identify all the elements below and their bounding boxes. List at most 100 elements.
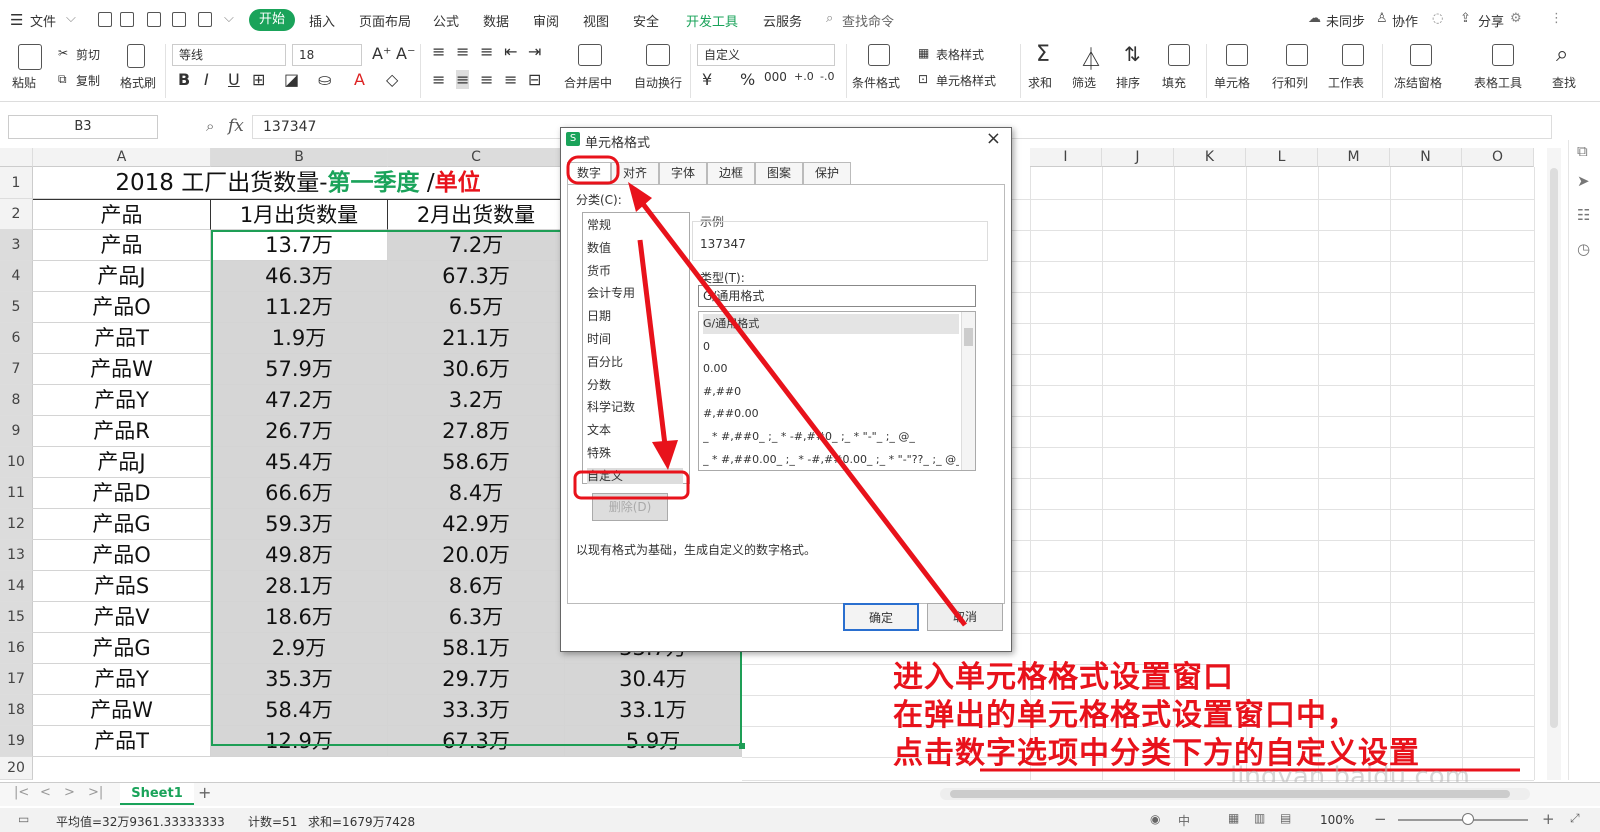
collab-icon[interactable]: ♙: [1376, 11, 1388, 26]
category-item[interactable]: 自定义: [587, 467, 683, 484]
row-header[interactable]: 16: [0, 633, 33, 664]
row-header[interactable]: 12: [0, 509, 33, 540]
value-cell[interactable]: 47.2万: [211, 385, 388, 416]
align-bottom-icon[interactable]: ≡: [480, 42, 493, 61]
tab-protection[interactable]: 保护: [803, 162, 851, 184]
col-header-l[interactable]: L: [1246, 148, 1318, 167]
more-options-icon[interactable]: ⋮: [1550, 11, 1563, 26]
sheet-title[interactable]: 2018 工厂出货数量-第一季度 /单位: [33, 167, 563, 199]
font-grow-icon[interactable]: A⁺: [372, 44, 391, 63]
page-break-icon[interactable]: ▤: [1280, 811, 1291, 825]
ok-button[interactable]: 确定: [843, 603, 919, 631]
row-header[interactable]: 18: [0, 695, 33, 726]
product-cell[interactable]: 产品J: [33, 447, 211, 478]
value-cell[interactable]: 6.5万: [388, 292, 565, 323]
product-cell[interactable]: 产品: [33, 230, 211, 261]
tab-alignment[interactable]: 对齐: [611, 162, 659, 184]
format-painter-button[interactable]: 格式刷: [120, 74, 156, 91]
product-cell[interactable]: 产品T: [33, 323, 211, 354]
type-list-item[interactable]: G/通用格式: [703, 314, 959, 334]
row-header[interactable]: 13: [0, 540, 33, 571]
table-style-icon[interactable]: ▦: [918, 46, 929, 60]
product-cell[interactable]: 产品T: [33, 726, 211, 757]
indent-increase-icon[interactable]: ⇥: [528, 42, 541, 61]
product-cell[interactable]: 产品G: [33, 633, 211, 664]
collab-button[interactable]: 协作: [1392, 11, 1418, 30]
input-method-icon[interactable]: 中: [1178, 812, 1190, 829]
row-header[interactable]: 9: [0, 416, 33, 447]
print-icon[interactable]: [198, 12, 212, 27]
last-sheet-icon[interactable]: >|: [88, 785, 103, 800]
align-middle-icon[interactable]: ≡: [456, 42, 469, 61]
zoom-in-icon[interactable]: +: [1542, 810, 1555, 828]
scroll-thumb[interactable]: [1550, 168, 1558, 728]
macro-icon[interactable]: ▭: [18, 812, 29, 826]
value-cell[interactable]: 33.1万: [565, 695, 742, 726]
cut-button[interactable]: 剪切: [76, 46, 100, 63]
conditional-format-button[interactable]: 条件格式: [852, 74, 900, 91]
tab-data[interactable]: 数据: [483, 11, 509, 30]
number-format-select[interactable]: 自定义: [697, 44, 835, 66]
value-cell[interactable]: 7.2万: [388, 230, 565, 261]
add-sheet-icon[interactable]: +: [198, 783, 211, 802]
type-list-item[interactable]: #,##0.00: [703, 404, 959, 424]
zoom-level[interactable]: 100%: [1320, 813, 1354, 827]
tab-pattern[interactable]: 图案: [755, 162, 803, 184]
value-cell[interactable]: 58.4万: [211, 695, 388, 726]
font-name-select[interactable]: 等线: [172, 44, 286, 66]
page-view-icon[interactable]: ▥: [1254, 811, 1265, 825]
filter-button[interactable]: 筛选: [1072, 74, 1096, 91]
first-sheet-icon[interactable]: |<: [14, 785, 29, 800]
value-cell[interactable]: 46.3万: [211, 261, 388, 292]
type-list-item[interactable]: #,##0: [703, 382, 959, 402]
find-icon[interactable]: ⌕: [1556, 42, 1568, 67]
tab-developer[interactable]: 开发工具: [686, 11, 738, 30]
wrap-text-icon[interactable]: [646, 44, 670, 66]
col-header-o[interactable]: O: [1462, 148, 1534, 167]
highlight-icon[interactable]: ⛀: [318, 70, 331, 89]
cell-button[interactable]: 单元格: [1214, 74, 1250, 91]
row-header[interactable]: 3: [0, 230, 33, 261]
menu-file[interactable]: 文件: [30, 11, 56, 30]
italic-icon[interactable]: I: [204, 70, 209, 89]
product-cell[interactable]: 产品R: [33, 416, 211, 447]
value-cell[interactable]: 1.9万: [211, 323, 388, 354]
table-style-button[interactable]: 表格样式: [936, 46, 984, 63]
tab-view[interactable]: 视图: [583, 11, 609, 30]
type-list-item[interactable]: _ * #,##0_ ;_ * -#,##0_ ;_ * "-"_ ;_ @_: [703, 427, 959, 447]
value-cell[interactable]: 20.0万: [388, 540, 565, 571]
row-header[interactable]: 14: [0, 571, 33, 602]
col-header-i[interactable]: I: [1030, 148, 1102, 167]
product-cell[interactable]: 产品O: [33, 540, 211, 571]
value-cell[interactable]: 67.3万: [388, 726, 565, 757]
copy-button[interactable]: 复制: [76, 72, 100, 89]
zoom-out-icon[interactable]: −: [1374, 810, 1387, 828]
value-cell[interactable]: 21.1万: [388, 323, 565, 354]
category-item[interactable]: 百分比: [587, 354, 623, 370]
search-command[interactable]: 查找命令: [842, 11, 894, 30]
share-button[interactable]: 分享: [1478, 11, 1504, 30]
align-top-icon[interactable]: ≡: [432, 42, 445, 61]
tab-insert[interactable]: 插入: [309, 11, 335, 30]
type-list-item[interactable]: 0: [703, 337, 959, 357]
value-cell[interactable]: 5.9万: [565, 726, 742, 757]
sort-button[interactable]: 排序: [1116, 74, 1140, 91]
value-cell[interactable]: 33.3万: [388, 695, 565, 726]
product-cell[interactable]: 产品W: [33, 695, 211, 726]
cell-icon[interactable]: [1226, 44, 1248, 66]
freeze-button[interactable]: 冻结窗格: [1394, 74, 1442, 91]
fill-icon[interactable]: [1168, 44, 1190, 66]
category-item[interactable]: 数值: [587, 240, 611, 256]
tab-font[interactable]: 字体: [659, 162, 707, 184]
filter-icon[interactable]: ⏃: [1080, 42, 1102, 74]
value-cell[interactable]: 2.9万: [211, 633, 388, 664]
category-item[interactable]: 货币: [587, 263, 611, 279]
search-icon[interactable]: ⌕: [826, 11, 833, 26]
value-cell[interactable]: 29.7万: [388, 664, 565, 695]
merge-center-icon[interactable]: [578, 44, 602, 66]
currency-icon[interactable]: ¥: [702, 70, 712, 89]
category-item[interactable]: 会计专用: [587, 285, 635, 301]
type-list-item[interactable]: _ * #,##0.00_ ;_ * -#,##0.00_ ;_ * "-"??…: [703, 450, 959, 470]
tab-security[interactable]: 安全: [633, 11, 659, 30]
type-list[interactable]: G/通用格式 0 0.00 #,##0 #,##0.00 _ * #,##0_ ;_ * …: [698, 311, 976, 471]
